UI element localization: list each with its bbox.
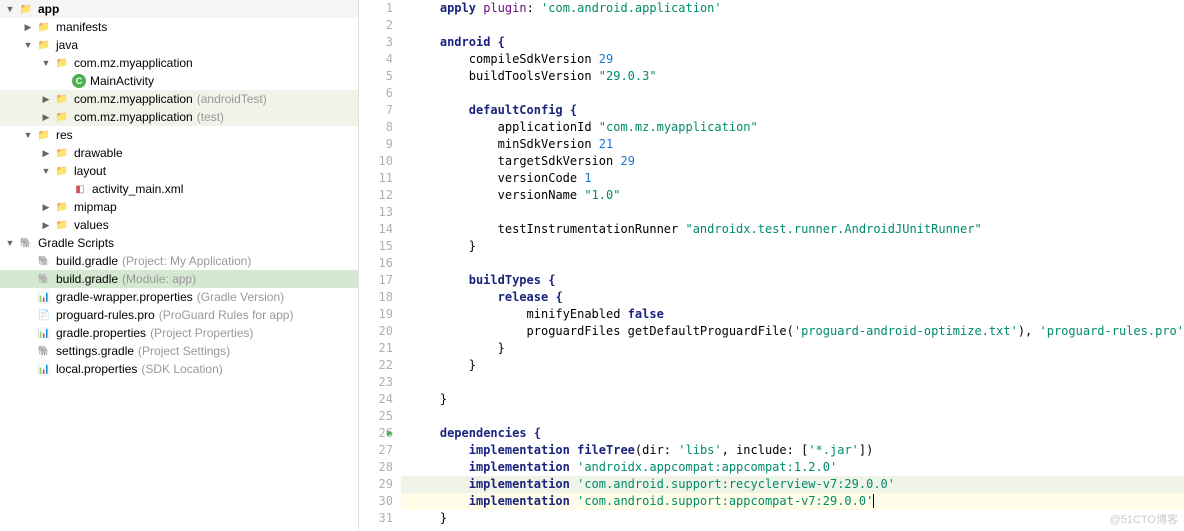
folder-icon: 📁 [54,145,70,161]
tree-label: mipmap [74,200,117,214]
package-icon: 📁 [54,91,70,107]
folder-icon: 📁 [36,127,52,143]
folder-icon: 📁 [54,217,70,233]
tree-hint: (Project: My Application) [122,254,251,268]
chevron-right-icon: ▶ [40,94,52,105]
tree-label: app [38,2,59,16]
code-area[interactable]: apply plugin: 'com.android.application' … [401,0,1184,531]
folder-icon: 📁 [36,37,52,53]
chevron-right-icon: ▶ [40,148,52,159]
tree-label: activity_main.xml [92,182,183,196]
tree-label: build.gradle [56,272,118,286]
tree-node-res[interactable]: ▼📁 res [0,126,358,144]
chevron-right-icon: ▶ [22,22,34,33]
gradle-icon: 🐘 [36,253,52,269]
tree-hint: (Gradle Version) [197,290,284,304]
tree-hint: (ProGuard Rules for app) [159,308,294,322]
tree-node-class[interactable]: C MainActivity [0,72,358,90]
tree-node-gradle-scripts[interactable]: ▼🐘 Gradle Scripts [0,234,358,252]
tree-node-package[interactable]: ▶📁 com.mz.myapplication (test) [0,108,358,126]
chevron-down-icon: ▼ [40,166,52,176]
tree-hint: (Project Settings) [138,344,230,358]
tree-label: manifests [56,20,107,34]
tree-node-drawable[interactable]: ▶📁 drawable [0,144,358,162]
chevron-right-icon: ▶ [40,220,52,231]
chevron-down-icon: ▼ [4,4,16,14]
tree-hint: (Project Properties) [150,326,253,340]
tree-node-file[interactable]: 📊 gradle-wrapper.properties (Gradle Versio… [0,288,358,306]
gradle-icon: 🐘 [36,343,52,359]
folder-icon: 📁 [54,163,70,179]
folder-icon: 📁 [54,199,70,215]
code-editor[interactable]: 1234567891011121314151617181920212223242… [359,0,1184,531]
run-gutter-icon[interactable]: ▶ [387,425,393,442]
gradle-icon: 🐘 [36,271,52,287]
tree-node-values[interactable]: ▶📁 values [0,216,358,234]
tree-label: res [56,128,73,142]
chevron-down-icon: ▼ [22,130,34,140]
tree-label: MainActivity [90,74,154,88]
tree-label: values [74,218,109,232]
tree-hint: (Module: app) [122,272,196,286]
tree-node-layout[interactable]: ▼📁 layout [0,162,358,180]
tree-node-package[interactable]: ▶📁 com.mz.myapplication (androidTest) [0,90,358,108]
tree-label: drawable [74,146,123,160]
tree-label: gradle.properties [56,326,146,340]
tree-node-file[interactable]: 🐘 build.gradle (Project: My Application) [0,252,358,270]
tree-label: Gradle Scripts [38,236,114,250]
tree-node-file[interactable]: 🐘 settings.gradle (Project Settings) [0,342,358,360]
tree-node-file[interactable]: 📊 local.properties (SDK Location) [0,360,358,378]
tree-hint: (test) [197,110,224,124]
chevron-right-icon: ▶ [40,112,52,123]
tree-node-java[interactable]: ▼📁 java [0,36,358,54]
tree-label: gradle-wrapper.properties [56,290,193,304]
tree-label: proguard-rules.pro [56,308,155,322]
tree-node-package[interactable]: ▼📁 com.mz.myapplication [0,54,358,72]
folder-icon: 📁 [36,19,52,35]
chevron-down-icon: ▼ [22,40,34,50]
line-gutter: 1234567891011121314151617181920212223242… [359,0,401,531]
tree-label: com.mz.myapplication [74,110,193,124]
tree-label: layout [74,164,106,178]
proguard-icon: 📄 [36,307,52,323]
properties-icon: 📊 [36,289,52,305]
tree-label: build.gradle [56,254,118,268]
package-icon: 📁 [54,109,70,125]
gradle-icon: 🐘 [18,235,34,251]
tree-label: java [56,38,78,52]
tree-label: settings.gradle [56,344,134,358]
watermark: @51CTO博客 [1110,511,1178,527]
tree-label: com.mz.myapplication [74,56,193,70]
tree-node-file[interactable]: 📄 proguard-rules.pro (ProGuard Rules for a… [0,306,358,324]
chevron-down-icon: ▼ [40,58,52,68]
tree-node-file[interactable]: 📊 gradle.properties (Project Properties) [0,324,358,342]
xml-icon: ◧ [72,181,88,197]
class-icon: C [72,74,86,88]
project-tree[interactable]: ▼📁app ▶📁manifests ▼📁java ▼📁com.mz.myappl… [0,0,359,531]
tree-node-mipmap[interactable]: ▶📁 mipmap [0,198,358,216]
tree-label: local.properties [56,362,137,376]
properties-icon: 📊 [36,361,52,377]
properties-icon: 📊 [36,325,52,341]
tree-node-app[interactable]: ▼📁 app [0,0,358,18]
tree-hint: (androidTest) [197,92,267,106]
tree-node-file[interactable]: ◧ activity_main.xml [0,180,358,198]
tree-node-manifests[interactable]: ▶📁 manifests [0,18,358,36]
text-caret [873,494,874,508]
tree-node-file-selected[interactable]: 🐘 build.gradle (Module: app) [0,270,358,288]
package-icon: 📁 [54,55,70,71]
chevron-down-icon: ▼ [4,238,16,248]
tree-label: com.mz.myapplication [74,92,193,106]
tree-hint: (SDK Location) [141,362,222,376]
chevron-right-icon: ▶ [40,202,52,213]
folder-icon: 📁 [18,1,34,17]
